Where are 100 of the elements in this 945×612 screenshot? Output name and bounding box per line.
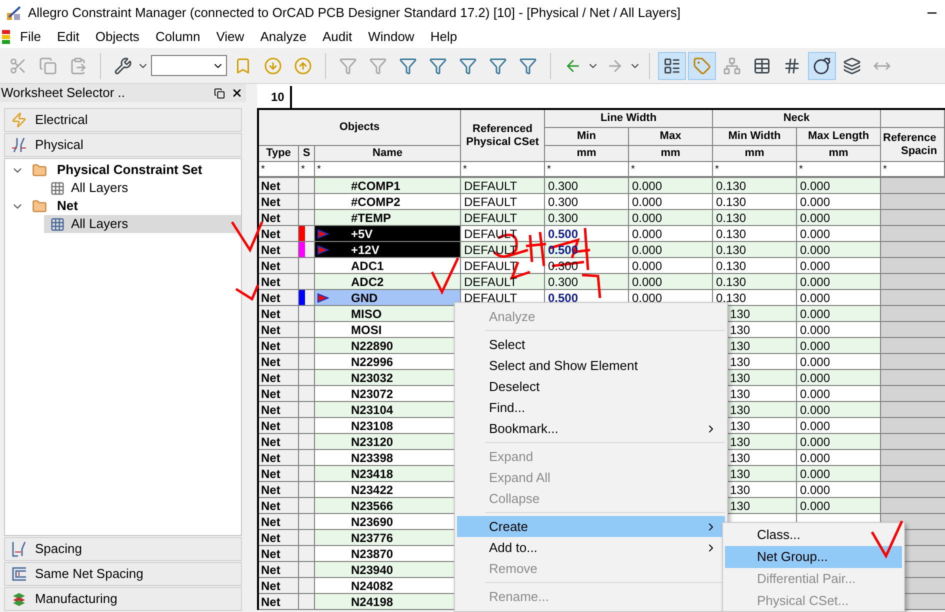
table-cell-text: 0.000 <box>800 242 830 258</box>
name-cell[interactable]: #TEMP <box>315 210 461 226</box>
table-cell-text: 130 <box>730 306 750 322</box>
table-cell-text: Net <box>261 226 280 242</box>
filter-field[interactable]: * <box>463 162 467 177</box>
column-group-header: Line Width <box>545 110 713 128</box>
table-cell-text: Net <box>261 210 280 226</box>
name-cell[interactable]: +12V <box>315 242 461 258</box>
table-cell-text: 0.000 <box>632 274 662 290</box>
panel-title: Worksheet Selector .. <box>1 84 126 102</box>
filter-field[interactable]: * <box>883 162 887 177</box>
filter-field[interactable]: * <box>631 162 635 177</box>
table-cell-text: 0.000 <box>800 338 830 354</box>
table-cell-text: 0.000 <box>800 450 830 466</box>
table-cell-text: 0.000 <box>800 418 830 434</box>
table-cell-text: Net <box>261 370 280 386</box>
table-cell-text: 0.130 <box>716 274 746 290</box>
menu-item[interactable]: Create <box>457 516 725 537</box>
table-cell-text: 0.000 <box>800 178 830 194</box>
table-cell-text: Net <box>261 178 280 194</box>
menu-bar-item[interactable]: Window <box>360 27 422 47</box>
table-cell-text: 0.000 <box>800 210 830 226</box>
table-cell-text: 0.130 <box>716 258 746 274</box>
table-cell-text: DEFAULT <box>464 210 518 226</box>
worksheet-category-tab[interactable]: Electrical <box>4 108 242 132</box>
table-cell-text: DEFAULT <box>464 274 518 290</box>
table-cell-text: 130 <box>730 418 750 434</box>
name-cell[interactable]: GND <box>315 290 461 306</box>
menu-item[interactable]: Class... <box>725 524 902 546</box>
menu-bar-item[interactable]: Audit <box>314 27 360 47</box>
filter-field[interactable]: * <box>799 162 803 177</box>
unit-label: mm <box>545 146 629 162</box>
table-cell-text: 0.000 <box>800 434 830 450</box>
table-cell-text: 0.000 <box>800 322 830 338</box>
table-cell-text: Net <box>261 290 280 306</box>
table-cell-text: 130 <box>730 370 750 386</box>
table-cell-text: 0.000 <box>800 226 830 242</box>
table-cell-text: 130 <box>730 322 750 338</box>
worksheet-category-tab[interactable]: Manufacturing <box>4 587 242 611</box>
name-cell[interactable]: ADC1 <box>315 258 461 274</box>
table-cell-text: 130 <box>730 338 750 354</box>
table-cell-text: DEFAULT <box>464 178 518 194</box>
worksheet-category-tab[interactable]: Physical <box>4 133 242 157</box>
menu-bar-item[interactable]: File <box>12 27 49 47</box>
table-cell-text: 0.000 <box>632 194 662 210</box>
filter-field[interactable]: * <box>715 162 719 177</box>
column-header: Type <box>259 146 299 162</box>
filter-field[interactable]: * <box>317 162 321 177</box>
name-cell[interactable]: +5V <box>315 226 461 242</box>
table-cell-text: 130 <box>730 450 750 466</box>
menu-bar-item[interactable]: Objects <box>87 27 148 47</box>
table-cell-text: 130 <box>730 354 750 370</box>
filter-field[interactable]: * <box>261 162 265 177</box>
table-cell-text: 0.000 <box>632 178 662 194</box>
menu-bar-item[interactable]: Column <box>147 27 208 47</box>
table-cell-text: Net <box>261 274 280 290</box>
window-title: Allegro Constraint Manager (connected to OrCAD PCB Designer Standard 17.2) [10] - [Physical / Net / All Layers] <box>28 4 680 22</box>
tree-item[interactable]: All Layers <box>44 215 241 233</box>
table-cell-text: DEFAULT <box>464 194 518 210</box>
name-cell[interactable]: ADC2 <box>315 274 461 290</box>
table-cell-text: 0.130 <box>716 226 746 242</box>
name-cell[interactable]: #COMP2 <box>315 194 461 210</box>
table-cell-text: Net <box>261 194 280 210</box>
menu-bar-item[interactable]: Help <box>422 27 466 47</box>
tree-item[interactable]: Physical Constraint Set <box>55 160 204 180</box>
table-cell-text: Net <box>261 466 280 482</box>
tree-item[interactable]: All Layers <box>44 179 241 197</box>
menu-bar-item[interactable]: Analyze <box>252 27 314 47</box>
menu-bar-item[interactable]: Edit <box>48 27 88 47</box>
table-cell-text: 0.500 <box>548 226 578 242</box>
table-cell-text: 130 <box>730 386 750 402</box>
table-cell-text: 0.300 <box>548 274 578 290</box>
table-cell-text: 0.000 <box>800 290 830 306</box>
table-cell-text: Net <box>261 594 280 610</box>
table-cell-text: 0.130 <box>716 210 746 226</box>
table-cell-text: 130 <box>730 402 750 418</box>
table-cell-text: DEFAULT <box>464 290 518 306</box>
table-cell-text: 0.000 <box>800 402 830 418</box>
filter-field[interactable]: * <box>301 162 305 177</box>
table-cell-text: 0.000 <box>800 354 830 370</box>
table-cell-text: Net <box>261 482 280 498</box>
column-header: Name <box>315 146 461 162</box>
table-cell-text: 0.300 <box>548 194 578 210</box>
menu-bar-item[interactable]: View <box>208 27 252 47</box>
table-cell-text: Net <box>261 562 280 578</box>
table-cell-text: 0.000 <box>632 290 662 306</box>
table-cell-text: 0.130 <box>716 242 746 258</box>
table-cell-text: 0.000 <box>800 306 830 322</box>
tree-item[interactable]: Net <box>55 196 80 216</box>
worksheet-category-tab[interactable]: Spacing <box>4 537 242 561</box>
name-cell[interactable]: #COMP1 <box>315 178 461 194</box>
menu-item[interactable]: Net Group... <box>725 546 902 568</box>
column-header: Max Length <box>797 128 881 146</box>
table-cell-text: 0.000 <box>800 258 830 274</box>
table-cell-text: 0.000 <box>800 274 830 290</box>
filter-field[interactable]: * <box>547 162 551 177</box>
column-header: Referenced Physical CSet <box>461 110 545 162</box>
worksheet-category-tab[interactable]: Same Net Spacing <box>4 562 242 586</box>
table-cell-text: 0.500 <box>548 290 578 306</box>
table-cell-text: DEFAULT <box>464 226 518 242</box>
